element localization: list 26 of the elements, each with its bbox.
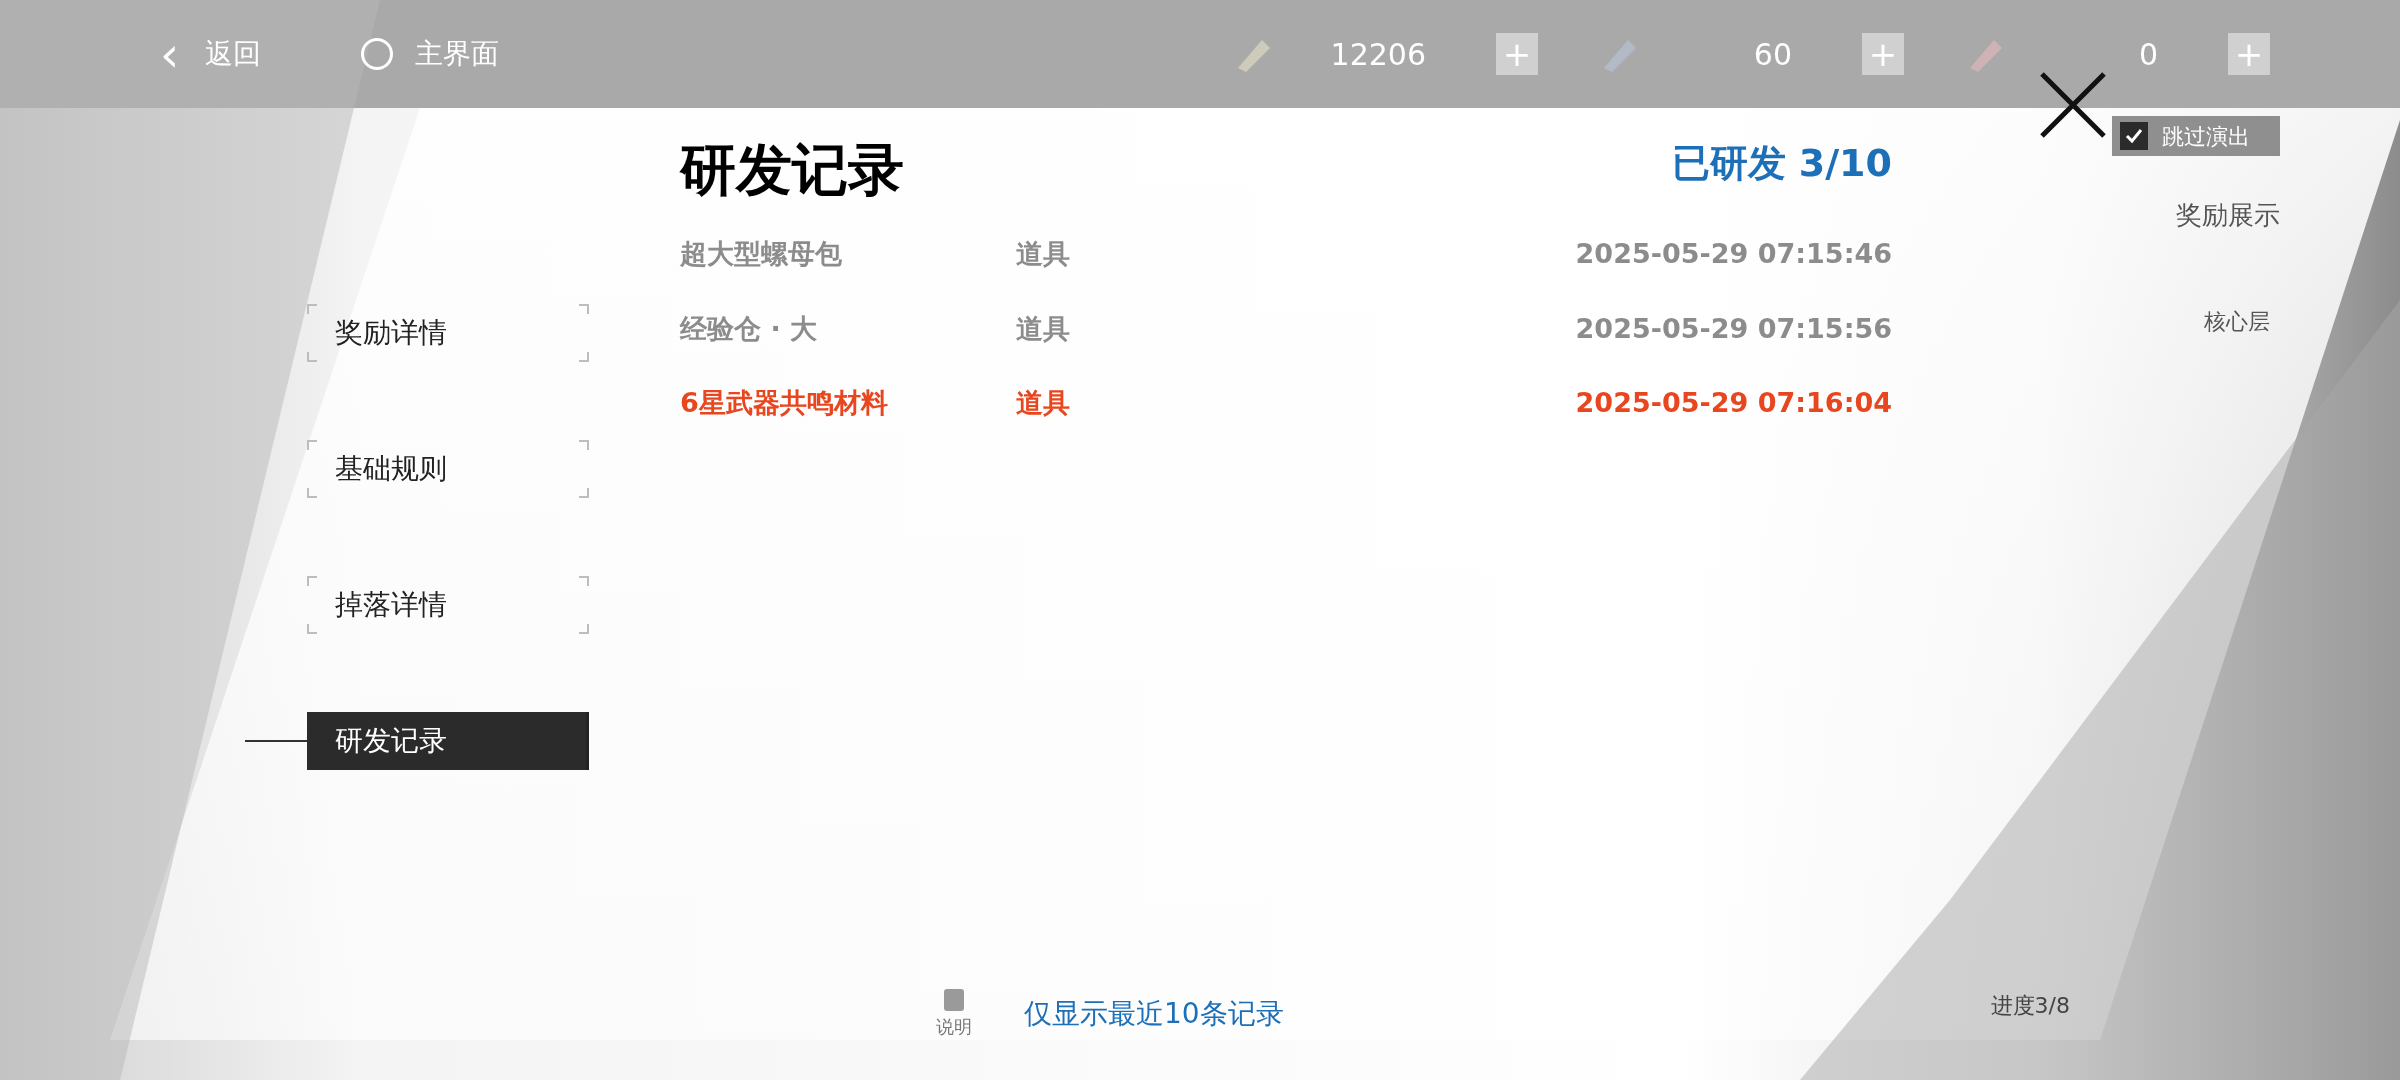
progress-label: 进度3/8	[1990, 992, 2070, 1020]
help-label: 说明	[936, 1015, 972, 1039]
item-name: 经验仓 · 大	[680, 311, 819, 346]
rewards-label[interactable]: 奖励展示	[2176, 196, 2280, 235]
skip-checkbox[interactable]	[2120, 122, 2148, 150]
item-type: 道具	[1016, 237, 1071, 271]
currency-amount: 60	[1752, 35, 1792, 74]
check-icon	[2124, 126, 2144, 146]
menu-tab[interactable]: 掉落详情	[307, 576, 589, 634]
record-time: 2025-05-29 07:15:46	[1575, 237, 1892, 271]
currency-amount: 12206	[1329, 35, 1426, 74]
currency-amount: 0	[2137, 35, 2158, 74]
panel-title: 研发记录	[680, 136, 904, 204]
skip-label: 跳过演出	[2162, 122, 2250, 151]
research-count: 已研发 3/10	[1671, 140, 1892, 187]
footer-note: 仅显示最近10条记录	[1024, 995, 1284, 1032]
record-time: 2025-05-29 07:15:56	[1575, 311, 1892, 346]
menu-tab[interactable]: 研发记录	[307, 712, 589, 770]
menu-tab[interactable]: 基础规则	[307, 440, 589, 498]
item-type: 道具	[1016, 311, 1071, 346]
menu-tab[interactable]: 奖励详情	[307, 304, 589, 362]
item-name: 6星武器共鸣材料	[680, 386, 889, 420]
record-time: 2025-05-29 07:16:04	[1575, 386, 1892, 420]
item-name: 超大型螺母包	[680, 237, 843, 271]
item-type: 道具	[1016, 386, 1071, 420]
layer-label: 核心层	[2204, 308, 2270, 336]
